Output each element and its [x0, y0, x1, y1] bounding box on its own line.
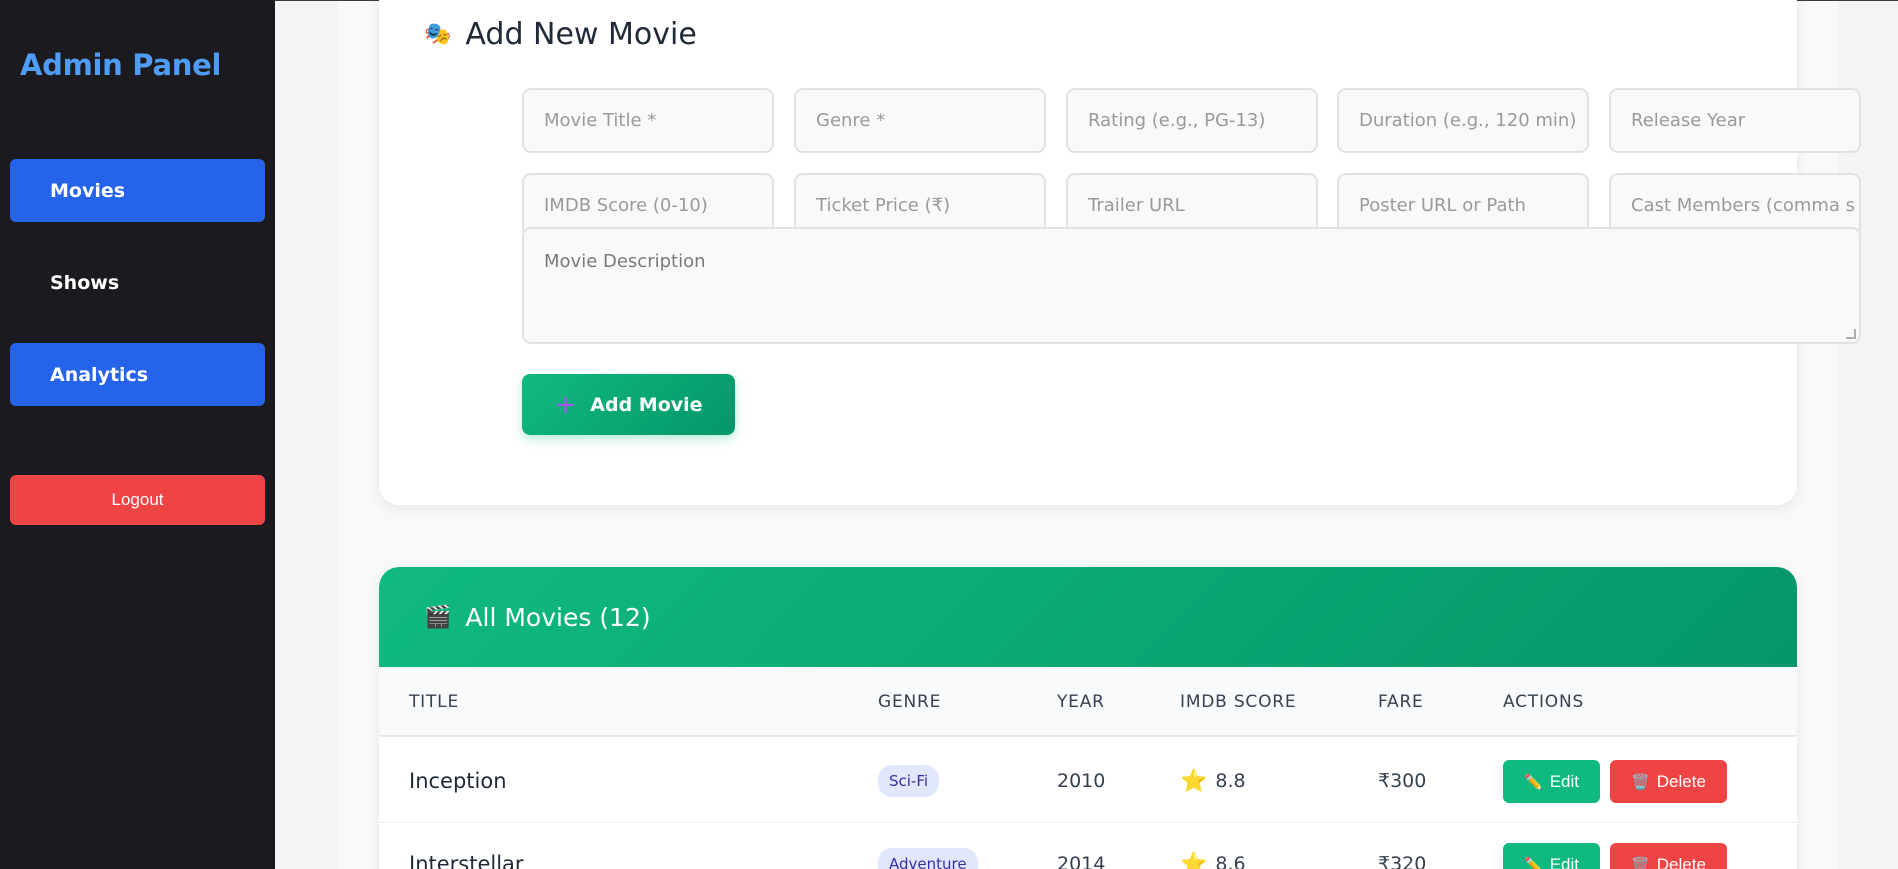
release-year-input[interactable]: Release Year [1609, 88, 1861, 153]
fare-cell: ₹320 [1378, 853, 1427, 869]
resize-handle-icon[interactable] [1846, 329, 1856, 339]
delete-label: Delete [1656, 771, 1706, 791]
brand-title: Admin Panel [20, 48, 222, 82]
column-imdb-score[interactable]: IMDB SCORE [1180, 667, 1296, 737]
trash-icon: 🗑️ [1631, 856, 1650, 869]
edit-button[interactable]: ✏️ Edit [1503, 843, 1600, 869]
pencil-icon: ✏️ [1524, 773, 1543, 791]
all-movies-card: 🎬 All Movies (12) TITLE GENRE YEAR IMDB … [379, 567, 1797, 869]
movie-title-cell: Inception [409, 769, 507, 793]
year-cell: 2014 [1057, 853, 1106, 869]
genre-badge: Sci-Fi [878, 765, 940, 797]
add-movie-button[interactable]: + Add Movie [522, 374, 735, 435]
column-title[interactable]: TITLE [409, 667, 459, 737]
table-header-row: TITLE GENRE YEAR IMDB SCORE FARE ACTIONS [379, 667, 1797, 737]
column-year[interactable]: YEAR [1057, 667, 1105, 737]
genre-input[interactable]: Genre * [794, 88, 1046, 153]
delete-label: Delete [1656, 854, 1706, 869]
add-movie-button-label: Add Movie [590, 393, 703, 416]
movie-description-textarea[interactable]: Movie Description [522, 227, 1861, 344]
trash-icon: 🗑️ [1631, 773, 1650, 791]
logout-button[interactable]: Logout [10, 475, 265, 525]
rating-input[interactable]: Rating (e.g., PG-13) [1066, 88, 1318, 153]
imdb-score-cell: ⭐ 8.6 [1180, 822, 1246, 869]
theater-masks-icon: 🎭 [424, 22, 452, 47]
star-icon: ⭐ [1180, 851, 1208, 869]
add-movie-card: 🎭 Add New Movie Movie Title * Genre * Ra… [379, 0, 1861, 505]
table-row: Interstellar Adventure 2014 ⭐ 8.6 ₹320 ✏… [379, 822, 1797, 869]
column-actions: ACTIONS [1503, 692, 1585, 712]
star-icon: ⭐ [1180, 768, 1208, 794]
fare-cell: ₹300 [1378, 770, 1427, 792]
imdb-score-value: 8.8 [1215, 770, 1246, 792]
clapperboard-icon: 🎬 [424, 604, 452, 630]
delete-button[interactable]: 🗑️ Delete [1610, 843, 1727, 869]
edit-button[interactable]: ✏️ Edit [1503, 760, 1600, 803]
imdb-score-value: 8.6 [1215, 853, 1246, 869]
description-placeholder: Movie Description [544, 251, 706, 272]
all-movies-title: All Movies (12) [465, 602, 651, 632]
column-genre[interactable]: GENRE [878, 667, 941, 737]
all-movies-header: 🎬 All Movies (12) [379, 567, 1797, 667]
delete-button[interactable]: 🗑️ Delete [1610, 760, 1727, 803]
pencil-icon: ✏️ [1524, 856, 1543, 869]
movie-title-input[interactable]: Movie Title * [522, 88, 774, 153]
add-movie-heading: 🎭 Add New Movie [424, 17, 697, 52]
edit-label: Edit [1549, 771, 1579, 791]
sidebar-item-analytics[interactable]: Analytics [10, 343, 265, 406]
table-row: Inception Sci-Fi 2010 ⭐ 8.8 ₹300 ✏️ Edit… [379, 739, 1797, 823]
column-fare[interactable]: FARE [1378, 667, 1424, 737]
year-cell: 2010 [1057, 770, 1106, 792]
genre-cell: Sci-Fi [878, 739, 940, 823]
main-content: 🎭 Add New Movie Movie Title * Genre * Ra… [275, 0, 1898, 869]
imdb-score-cell: ⭐ 8.8 [1180, 739, 1246, 823]
genre-cell: Adventure [878, 822, 978, 869]
genre-badge: Adventure [878, 848, 978, 869]
add-movie-title: Add New Movie [465, 17, 697, 52]
movie-title-cell: Interstellar [409, 852, 524, 869]
plus-icon: + [554, 389, 577, 420]
edit-label: Edit [1549, 854, 1579, 869]
duration-input[interactable]: Duration (e.g., 120 min) [1337, 88, 1589, 153]
sidebar-item-movies[interactable]: Movies [10, 159, 265, 222]
sidebar: Admin Panel Movies Shows Analytics Logou… [0, 0, 275, 869]
sidebar-item-shows[interactable]: Shows [10, 251, 265, 314]
